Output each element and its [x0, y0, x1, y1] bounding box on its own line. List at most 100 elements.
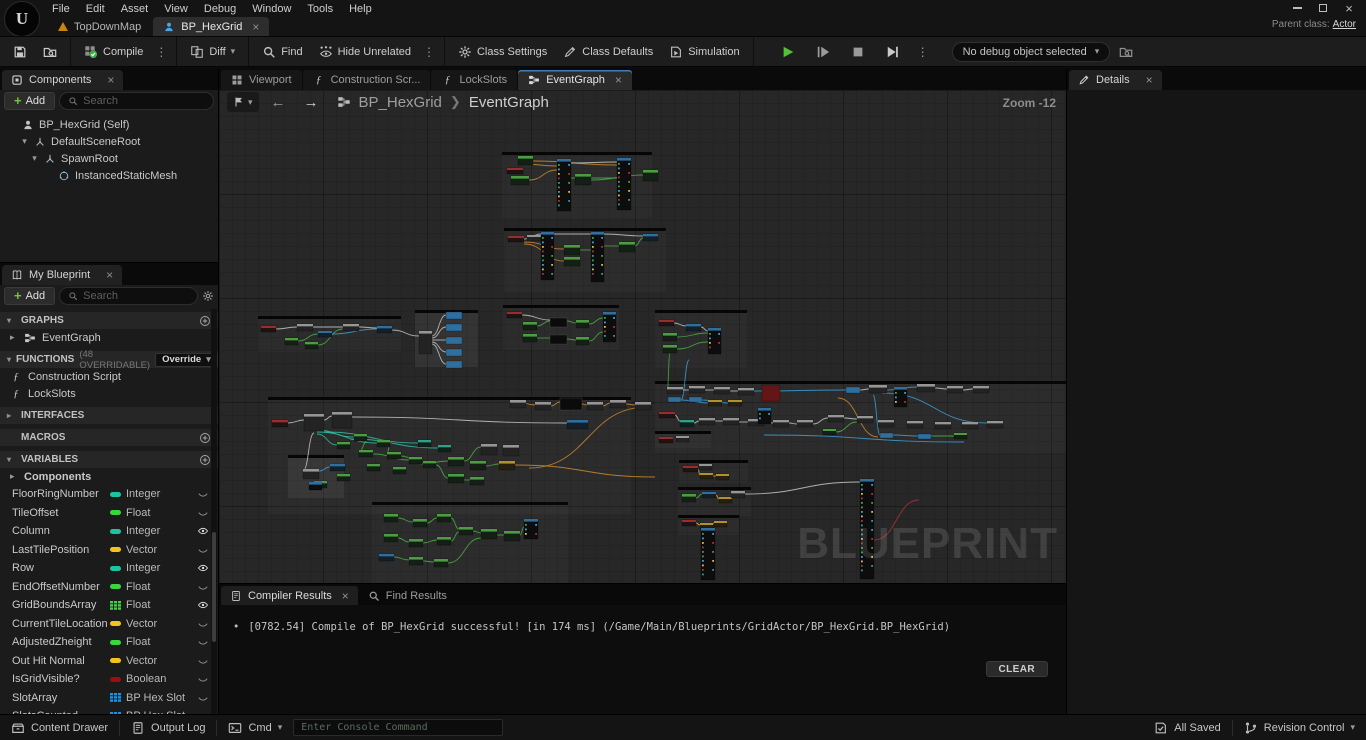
- maximize-button[interactable]: [1312, 1, 1334, 16]
- tab-find-results[interactable]: Find Results: [359, 586, 456, 605]
- bp-item--vent-raph[interactable]: ▸EventGraph: [0, 329, 218, 346]
- menu-view[interactable]: View: [156, 0, 196, 17]
- variable-currenttilelocation[interactable]: CurrentTileLocationVector: [0, 615, 218, 634]
- menu-tools[interactable]: Tools: [299, 0, 341, 17]
- variable-adjustedzheight[interactable]: AdjustedZheightFloat: [0, 633, 218, 652]
- eye-open-icon[interactable]: [194, 599, 212, 611]
- eye-closed-icon[interactable]: [194, 655, 212, 667]
- close-icon[interactable]: ×: [252, 20, 259, 34]
- close-icon[interactable]: ×: [615, 73, 622, 87]
- components-search-input[interactable]: [83, 95, 205, 107]
- blueprint-node-graph[interactable]: [219, 90, 1066, 583]
- eye-closed-icon[interactable]: [194, 544, 212, 556]
- splitter[interactable]: [1066, 68, 1067, 714]
- override-dropdown[interactable]: Override▾: [155, 353, 218, 367]
- cmd-selector[interactable]: Cmd ▾: [217, 715, 293, 740]
- add-blueprint-item-button[interactable]: +Add: [4, 287, 55, 305]
- diff-button[interactable]: Diff▾: [183, 40, 242, 64]
- graph-node[interactable]: [550, 318, 567, 327]
- eye-closed-icon[interactable]: [194, 581, 212, 593]
- variable-slotscounted[interactable]: SlotsCountedBP Hex Slot: [0, 707, 218, 714]
- gear-icon[interactable]: [202, 290, 214, 302]
- menu-window[interactable]: Window: [244, 0, 299, 17]
- hide-unrelated-button[interactable]: Hide Unrelated: [312, 40, 418, 64]
- add-icon[interactable]: [199, 454, 211, 466]
- asset-tab-bp_hexgrid[interactable]: BP_HexGrid×: [153, 17, 269, 36]
- eye-closed-icon[interactable]: [194, 488, 212, 500]
- revision-control-button[interactable]: Revision Control ▾: [1233, 715, 1366, 740]
- tab-components[interactable]: Components ×: [2, 70, 123, 90]
- tree-item-instancedstaticmesh[interactable]: InstancedStaticMesh: [0, 167, 218, 184]
- tree-item-bp-hexgrid-self-[interactable]: BP_HexGrid (Self): [0, 116, 218, 133]
- find-button[interactable]: Find: [255, 40, 309, 64]
- my-blueprint-search[interactable]: [59, 287, 198, 305]
- minimize-button[interactable]: [1286, 1, 1308, 16]
- tab-my-blueprint[interactable]: My Blueprint ×: [2, 265, 122, 285]
- menu-help[interactable]: Help: [341, 0, 380, 17]
- save-button[interactable]: [6, 40, 34, 64]
- stop-button[interactable]: [844, 40, 872, 64]
- tab-details[interactable]: Details ×: [1069, 70, 1162, 90]
- components-search[interactable]: [59, 92, 214, 110]
- tab-compiler-results[interactable]: Compiler Results ×: [221, 586, 358, 605]
- class-defaults-button[interactable]: Class Defaults: [556, 40, 660, 64]
- bp-item--ock-lots[interactable]: ƒLockSlots: [0, 385, 218, 402]
- close-icon[interactable]: ×: [1146, 73, 1153, 87]
- section-variables[interactable]: ▾VARIABLES: [0, 451, 218, 468]
- eye-closed-icon[interactable]: [194, 673, 212, 685]
- breadcrumb-root[interactable]: BP_HexGrid: [359, 94, 442, 111]
- eye-open-icon[interactable]: [194, 525, 212, 537]
- doc-tab-lockslots[interactable]: ƒLockSlots: [431, 70, 517, 90]
- variable-lasttileposition[interactable]: LastTilePositionVector: [0, 541, 218, 560]
- eye-closed-icon[interactable]: [194, 636, 212, 648]
- nav-back-button[interactable]: ←: [265, 94, 292, 111]
- nav-forward-button[interactable]: →: [298, 94, 325, 111]
- graph-node[interactable]: [880, 433, 893, 438]
- graph-node[interactable]: [701, 528, 715, 580]
- variable-out-hit-normal[interactable]: Out Hit NormalVector: [0, 652, 218, 671]
- close-icon[interactable]: ×: [106, 268, 113, 282]
- class-settings-button[interactable]: Class Settings: [451, 40, 554, 64]
- menu-asset[interactable]: Asset: [113, 0, 157, 17]
- tree-item-spawnroot[interactable]: ▾SpawnRoot: [0, 150, 218, 167]
- eye-closed-icon[interactable]: [194, 618, 212, 630]
- variable-row[interactable]: RowInteger: [0, 559, 218, 578]
- event-graph-canvas[interactable]: ▾ ← → BP_HexGrid ❯ EventGraph Zoom -12 B…: [219, 90, 1066, 583]
- scrollbar[interactable]: [211, 309, 217, 714]
- add-icon[interactable]: [199, 432, 211, 444]
- graph-node[interactable]: [446, 361, 462, 368]
- bp-item--onstruction-cript[interactable]: ƒConstruction Script: [0, 368, 218, 385]
- graph-node[interactable]: [446, 312, 462, 319]
- section-macros[interactable]: MACROS: [0, 429, 218, 446]
- parent-class-link[interactable]: Actor: [1333, 19, 1356, 30]
- play-options-kebab-icon[interactable]: ⋮: [914, 45, 932, 59]
- browse-asset-button[interactable]: [36, 40, 64, 64]
- section-interfaces[interactable]: ▸INTERFACES: [0, 407, 218, 424]
- graph-node[interactable]: [617, 158, 631, 210]
- all-saved-status[interactable]: All Saved: [1143, 715, 1231, 740]
- asset-tab-topdownmap[interactable]: TopDownMap: [48, 17, 151, 36]
- add-component-button[interactable]: +Add: [4, 92, 55, 110]
- graph-node[interactable]: [446, 349, 462, 356]
- graph-node[interactable]: [762, 385, 780, 401]
- clear-button[interactable]: CLEAR: [986, 661, 1048, 677]
- graph-node[interactable]: [446, 324, 462, 331]
- eye-closed-icon[interactable]: [194, 692, 212, 704]
- variable-slotarray[interactable]: SlotArrayBP Hex Slot: [0, 689, 218, 708]
- graph-node[interactable]: [689, 397, 702, 402]
- expander-icon[interactable]: ▸: [10, 471, 18, 482]
- menu-file[interactable]: File: [44, 0, 78, 17]
- variable-isgridvisible-[interactable]: IsGridVisible?Boolean: [0, 670, 218, 689]
- variable-gridboundsarray[interactable]: GridBoundsArrayFloat: [0, 596, 218, 615]
- graph-node[interactable]: [668, 397, 681, 402]
- graph-node[interactable]: [557, 159, 571, 211]
- menu-debug[interactable]: Debug: [196, 0, 244, 17]
- add-icon[interactable]: [199, 315, 211, 327]
- close-icon[interactable]: ×: [342, 589, 349, 603]
- section-functions[interactable]: ▾FUNCTIONS(48 OVERRIDABLE)Override▾: [0, 351, 218, 368]
- graph-node[interactable]: [550, 335, 567, 344]
- hide-unrelated-kebab-icon[interactable]: ⋮: [420, 45, 438, 59]
- doc-tab-construction-scr-[interactable]: ƒConstruction Scr...: [303, 70, 431, 90]
- expander-icon[interactable]: ▾: [30, 153, 39, 164]
- doc-tab-viewport[interactable]: Viewport: [221, 70, 302, 90]
